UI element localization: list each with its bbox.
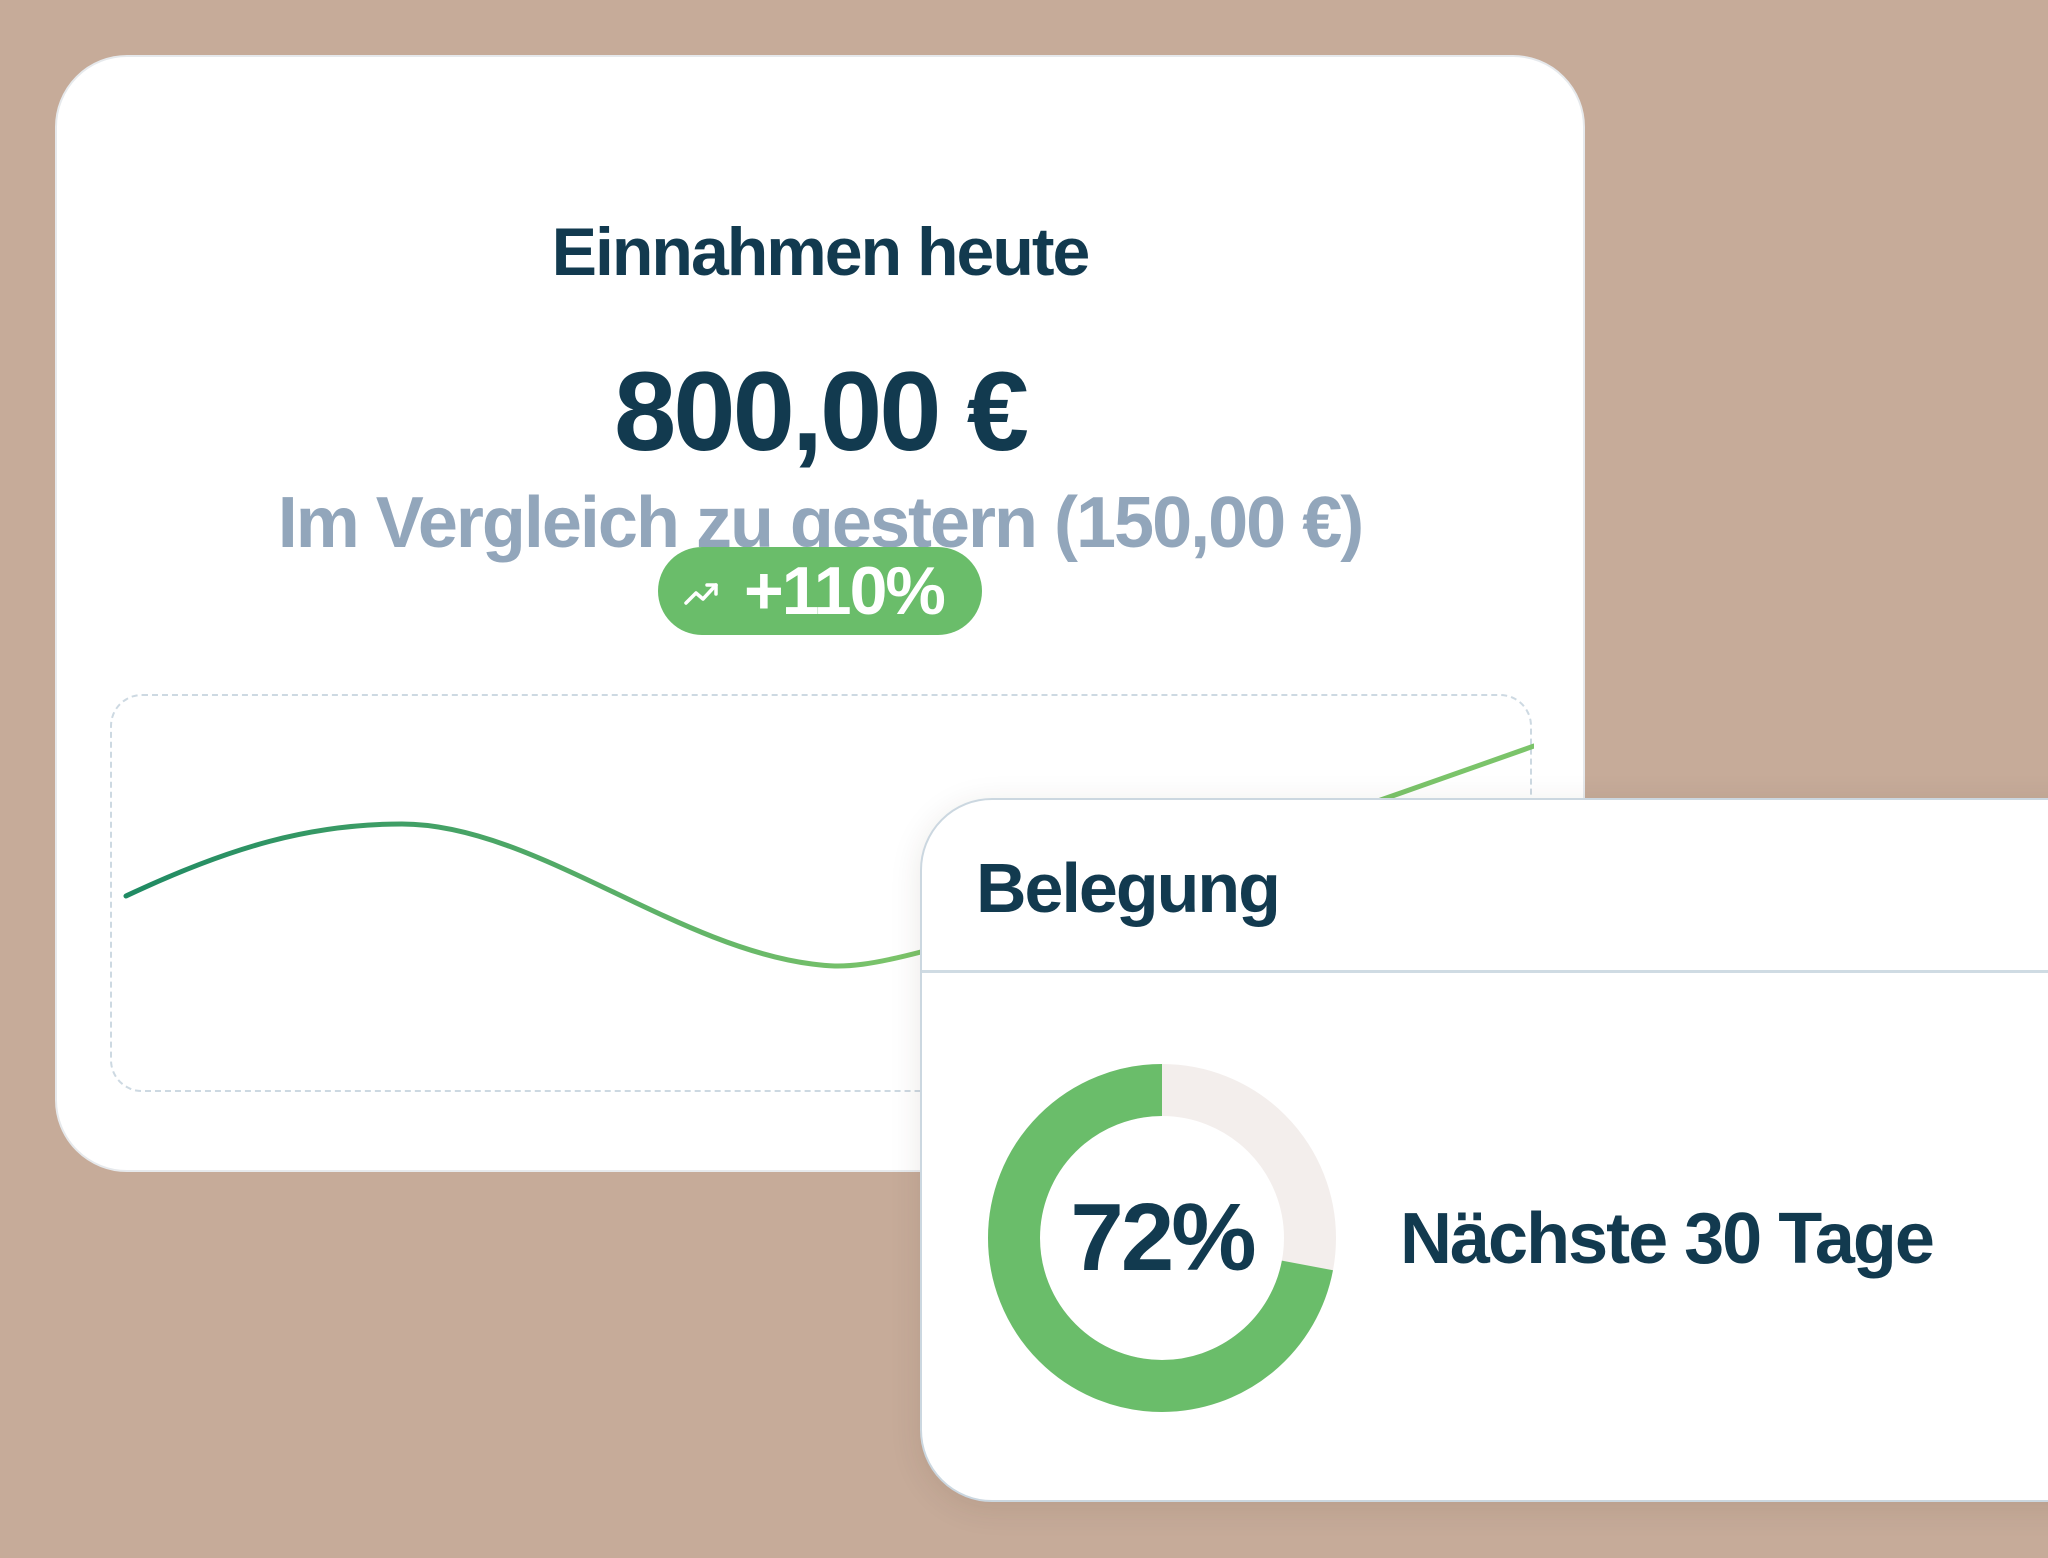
trend-badge: +110% <box>658 547 982 635</box>
occupancy-card: Belegung 72% Nächste 30 Tage <box>920 798 2048 1502</box>
occupancy-title: Belegung <box>976 849 1281 927</box>
occupancy-caption: Nächste 30 Tage <box>1400 1199 1935 1279</box>
revenue-amount: 800,00 € <box>614 349 1029 474</box>
revenue-title: Einnahmen heute <box>551 214 1091 290</box>
trend-percentage: +110% <box>744 553 946 629</box>
divider <box>922 970 2048 973</box>
trend-up-icon <box>684 583 718 605</box>
occupancy-percentage: 72% <box>1070 1184 1256 1291</box>
